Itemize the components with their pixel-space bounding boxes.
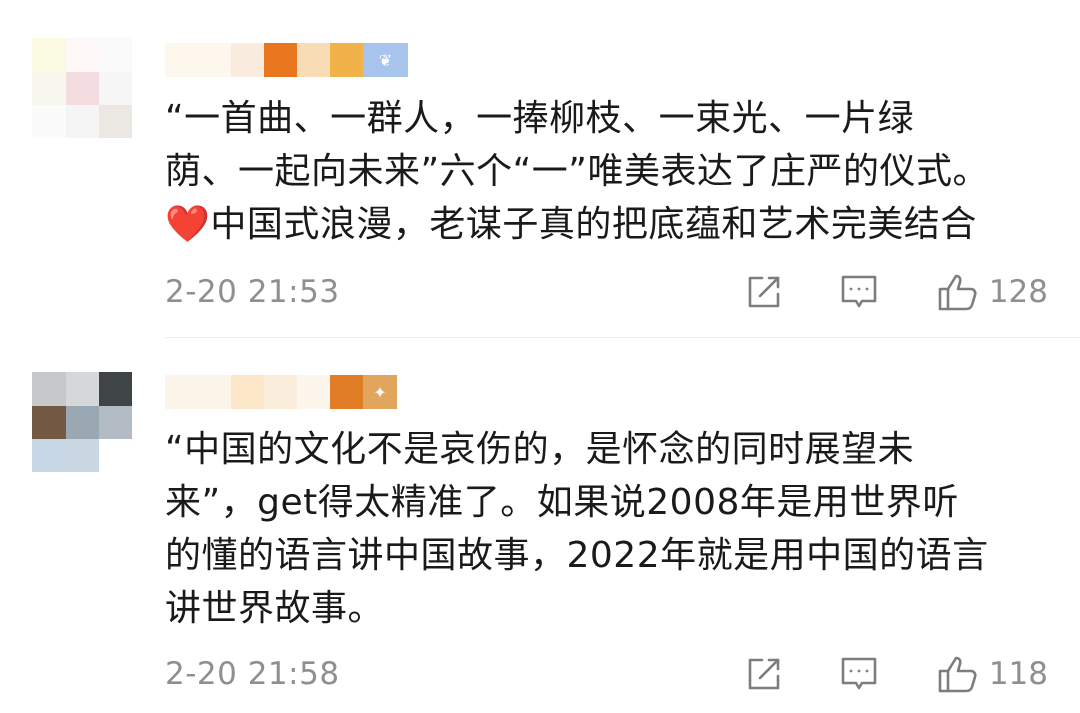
thumbs-up-icon — [938, 274, 977, 311]
reply-button[interactable] — [839, 655, 879, 693]
comment-actions: 128 — [745, 270, 1048, 314]
like-count: 128 — [988, 274, 1048, 310]
comment-footer: 2-20 21:53 128 — [165, 270, 1048, 314]
comment-time: 2-20 21:53 — [165, 274, 340, 310]
like-count: 118 — [988, 656, 1048, 692]
comment-time: 2-20 21:58 — [165, 656, 340, 692]
username-redacted[interactable]: ❦ — [165, 43, 408, 77]
comment-item: ❦ “一首曲、一群人，一捧柳枝、一束光、一片绿 荫、一起向未来”六个“一”唯美表… — [0, 0, 1080, 338]
comment-line: 的懂的语言讲中国故事，2022年就是用中国的语言 — [165, 535, 989, 576]
like-button[interactable]: 118 — [937, 654, 1048, 694]
comment-line: “中国的文化不是哀伤的，是怀念的同时展望未 — [165, 429, 915, 470]
comment-line: 讲世界故事。 — [165, 588, 385, 629]
comment-line: 来”，get得太精准了。如果说2008年是用世界听 — [165, 482, 959, 523]
comment-item: ✦ “中国的文化不是哀伤的，是怀念的同时展望未 来”，get得太精准了。如果说2… — [0, 338, 1080, 713]
username-redacted[interactable]: ✦ — [165, 375, 397, 409]
comment-actions: 118 — [745, 652, 1048, 696]
share-icon — [748, 658, 780, 690]
reply-button[interactable] — [839, 273, 879, 311]
red-heart-emoji: ❤️ — [165, 204, 211, 245]
vip-badge-icon: ❦ — [363, 43, 408, 77]
comment-line: ❤️中国式浪漫，老谋子真的把底蕴和艺术完美结合 — [165, 204, 977, 245]
thumbs-up-icon — [938, 656, 977, 693]
like-button[interactable]: 128 — [937, 272, 1048, 312]
vip-badge-icon: ✦ — [363, 375, 397, 409]
share-icon — [748, 276, 780, 308]
avatar[interactable] — [32, 38, 132, 138]
share-button[interactable] — [745, 273, 783, 311]
reply-icon — [841, 657, 877, 690]
comment-text: “一首曲、一群人，一捧柳枝、一束光、一片绿 荫、一起向未来”六个“一”唯美表达了… — [165, 92, 1060, 251]
reply-icon — [841, 275, 877, 308]
comment-line: “一首曲、一群人，一捧柳枝、一束光、一片绿 — [165, 98, 915, 139]
avatar[interactable] — [32, 372, 132, 472]
comment-text: “中国的文化不是哀伤的，是怀念的同时展望未 来”，get得太精准了。如果说200… — [165, 423, 1060, 635]
share-button[interactable] — [745, 655, 783, 693]
comment-line: 荫、一起向未来”六个“一”唯美表达了庄严的仪式。 — [165, 151, 989, 192]
comment-footer: 2-20 21:58 118 — [165, 652, 1048, 696]
